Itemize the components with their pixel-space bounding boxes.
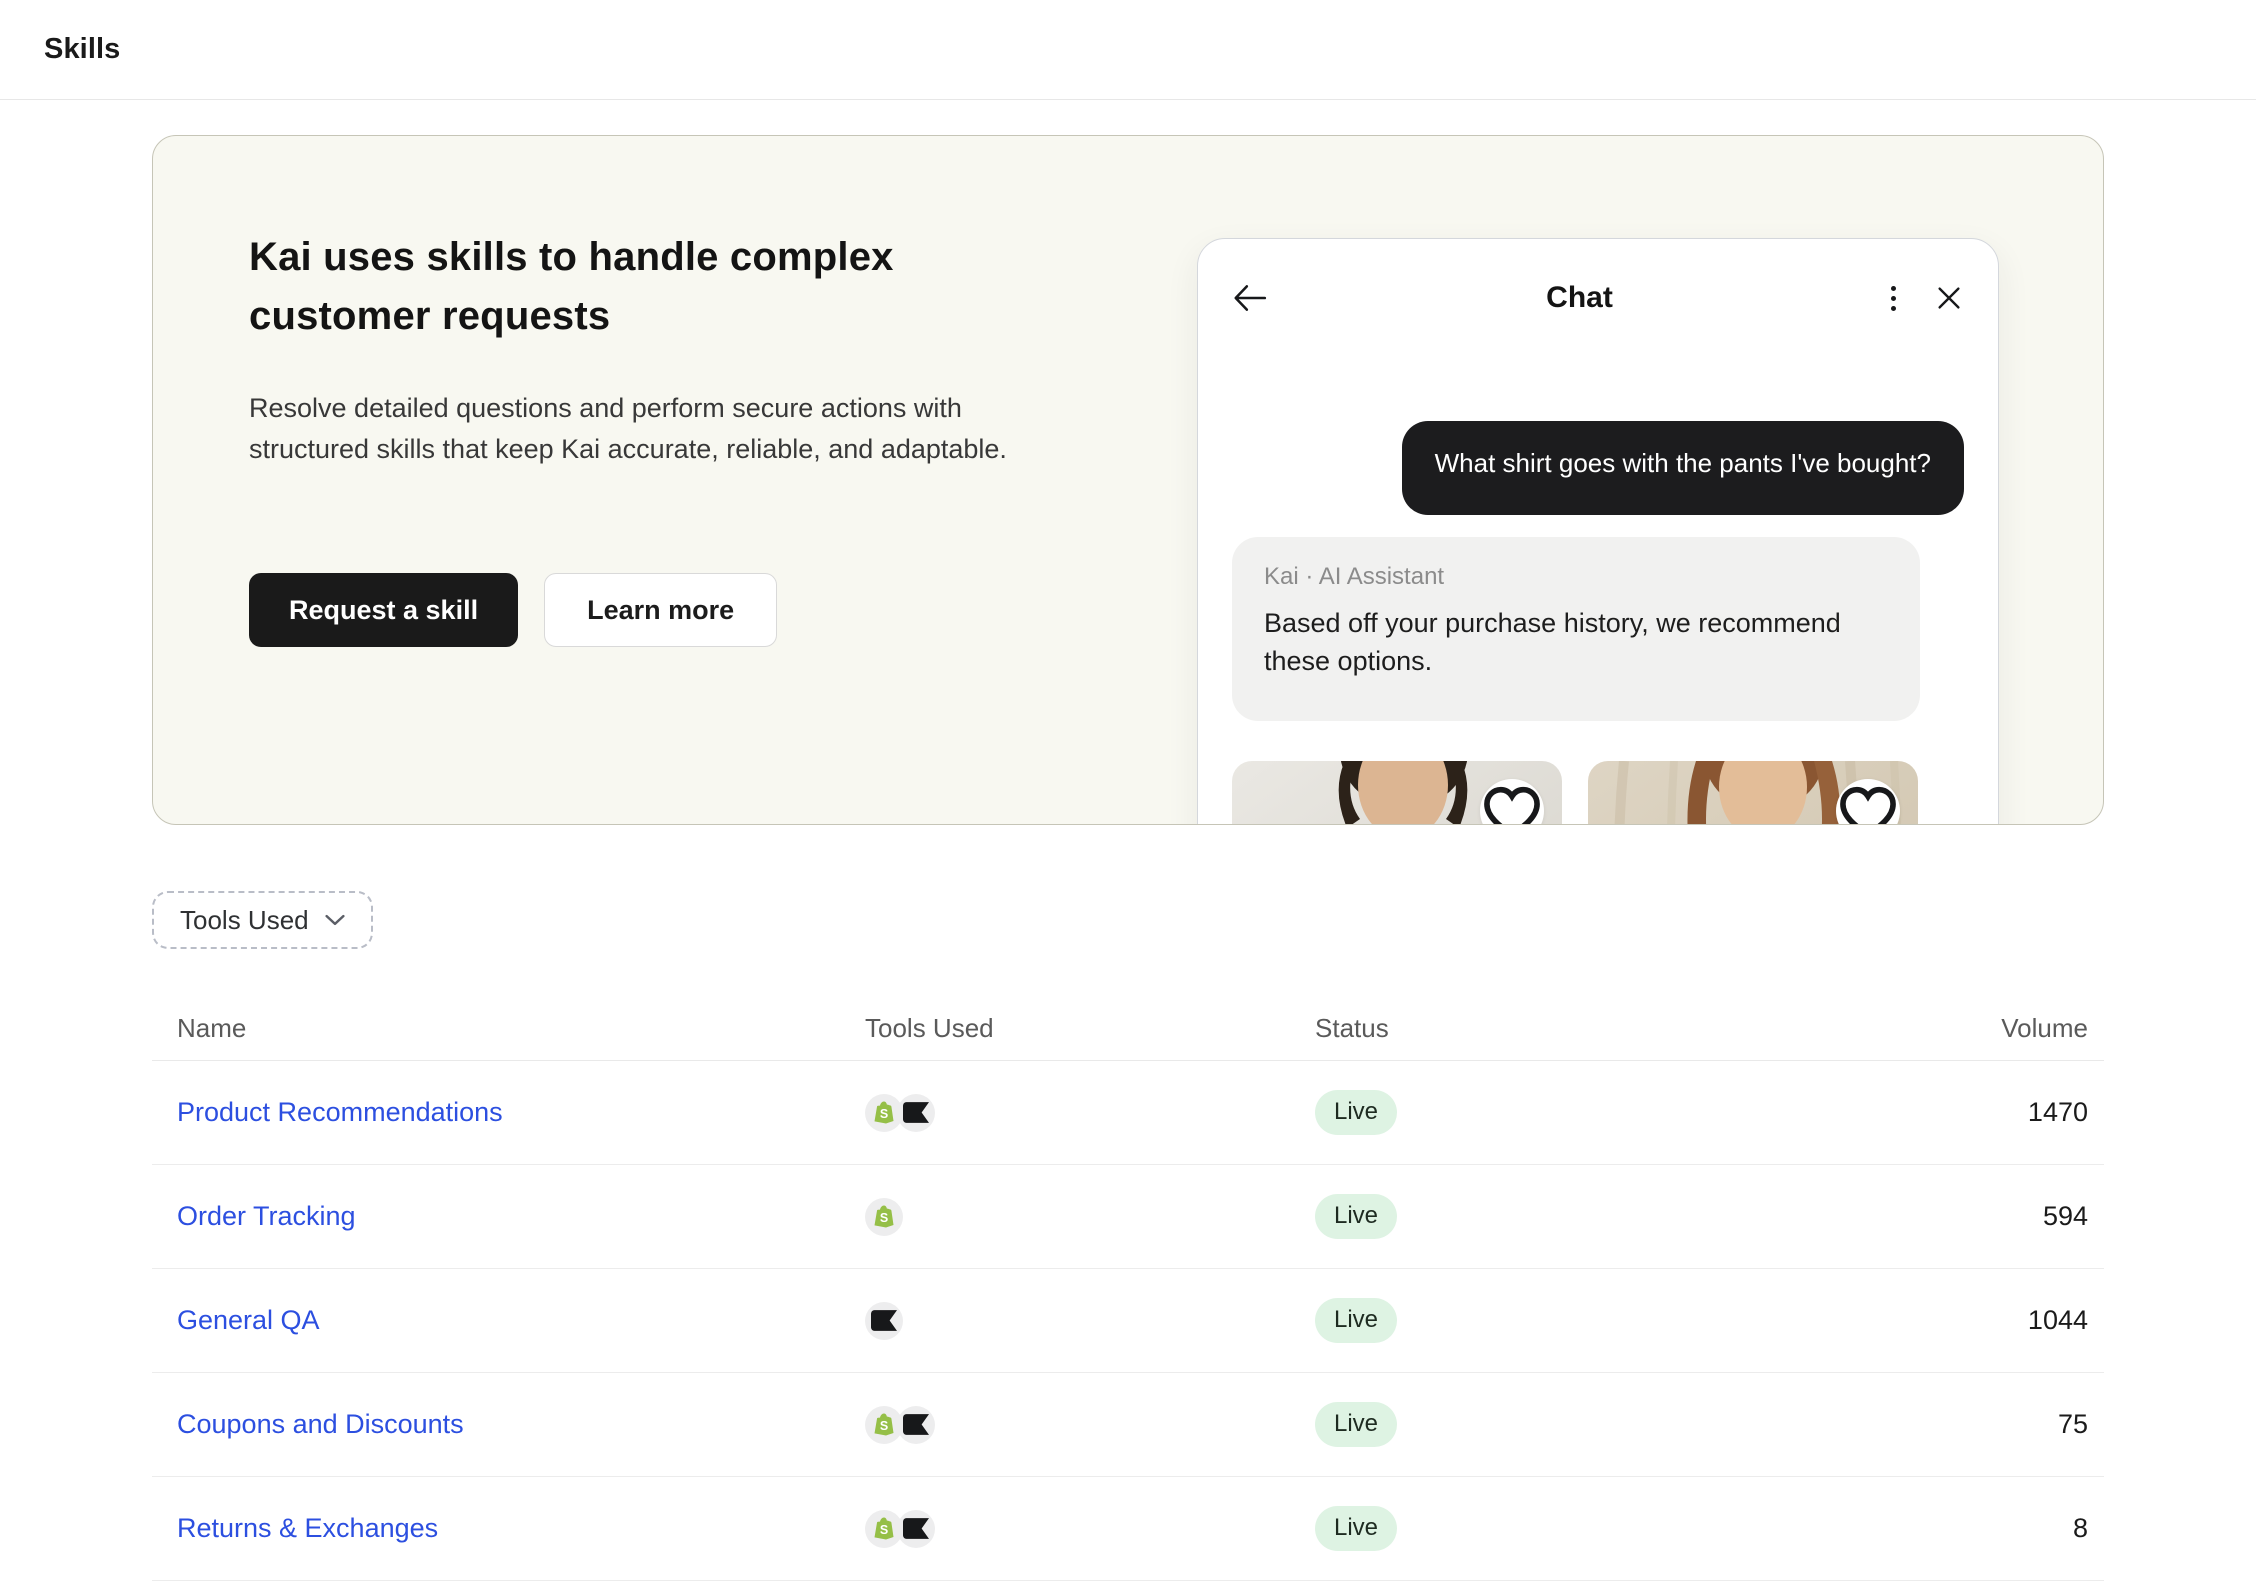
chat-header-actions — [1891, 283, 1964, 313]
product-recommendations-row — [1232, 761, 1964, 825]
table-row: General QA Live 1044 — [152, 1269, 2104, 1373]
volume-value: 1044 — [1765, 1305, 2088, 1336]
product-photo-2 — [1588, 761, 1918, 825]
favorite-button[interactable] — [1480, 779, 1544, 825]
table-row: Product Recommendations S Live 1470 — [152, 1061, 2104, 1165]
tools-used-filter-label: Tools Used — [180, 905, 309, 936]
kebab-menu-icon[interactable] — [1891, 286, 1896, 311]
skill-link[interactable]: Order Tracking — [177, 1201, 356, 1231]
chevron-down-icon — [325, 914, 345, 926]
tools-used-filter[interactable]: Tools Used — [152, 891, 373, 949]
chat-header: Chat — [1232, 269, 1964, 327]
column-header-status: Status — [1315, 1013, 1765, 1044]
table-row: Returns & Exchanges S Live 8 — [152, 1477, 2104, 1581]
heart-icon — [1836, 779, 1900, 825]
chat-title: Chat — [1546, 281, 1613, 315]
page-title: Skills — [44, 33, 120, 66]
tools-cell: S — [865, 1510, 1315, 1548]
skill-link[interactable]: Coupons and Discounts — [177, 1409, 464, 1439]
main-content: Kai uses skills to handle complex custom… — [152, 135, 2104, 1581]
favorite-button[interactable] — [1836, 779, 1900, 825]
shopify-icon: S — [865, 1406, 903, 1444]
chat-mockup: Chat What shirt goes with the pants I've… — [1197, 238, 1999, 825]
assistant-message-bubble: Kai · AI Assistant Based off your purcha… — [1232, 537, 1920, 721]
tools-cell: S — [865, 1094, 1315, 1132]
hero-description: Resolve detailed questions and perform s… — [249, 388, 1084, 469]
hero-banner: Kai uses skills to handle complex custom… — [152, 135, 2104, 825]
shopify-icon: S — [865, 1094, 903, 1132]
column-header-tools: Tools Used — [865, 1013, 1315, 1044]
tools-cell — [865, 1302, 1315, 1340]
svg-text:S: S — [880, 1107, 888, 1121]
assistant-label: Kai · AI Assistant — [1264, 563, 1888, 591]
flag-icon — [865, 1302, 903, 1340]
shopify-icon: S — [865, 1510, 903, 1548]
skill-link[interactable]: General QA — [177, 1305, 320, 1335]
table-header: Name Tools Used Status Volume — [152, 997, 2104, 1061]
volume-value: 594 — [1765, 1201, 2088, 1232]
user-message-bubble: What shirt goes with the pants I've boug… — [1402, 421, 1964, 515]
hero-heading: Kai uses skills to handle complex custom… — [249, 228, 1049, 346]
skills-table: Name Tools Used Status Volume Product Re… — [152, 997, 2104, 1581]
svg-text:S: S — [880, 1523, 888, 1537]
status-badge: Live — [1315, 1506, 1397, 1551]
status-badge: Live — [1315, 1194, 1397, 1239]
volume-value: 8 — [1765, 1513, 2088, 1544]
hero-buttons: Request a skill Learn more — [249, 573, 1109, 647]
column-header-volume: Volume — [1765, 1013, 2088, 1044]
shopify-icon: S — [865, 1198, 903, 1236]
tools-cell: S — [865, 1406, 1315, 1444]
column-header-name: Name — [177, 1013, 865, 1044]
close-icon[interactable] — [1934, 283, 1964, 313]
status-badge: Live — [1315, 1090, 1397, 1135]
svg-text:S: S — [880, 1211, 888, 1225]
product-photo-1 — [1232, 761, 1562, 825]
table-body: Product Recommendations S Live 1470 Orde… — [152, 1061, 2104, 1581]
volume-value: 1470 — [1765, 1097, 2088, 1128]
heart-icon — [1480, 779, 1544, 825]
status-badge: Live — [1315, 1402, 1397, 1447]
back-arrow-icon[interactable] — [1232, 282, 1268, 314]
table-row: Order Tracking S Live 594 — [152, 1165, 2104, 1269]
hero-copy: Kai uses skills to handle complex custom… — [249, 228, 1109, 647]
tools-cell: S — [865, 1198, 1315, 1236]
app-header: Skills — [0, 0, 2256, 100]
request-skill-button[interactable]: Request a skill — [249, 573, 518, 647]
svg-text:S: S — [880, 1419, 888, 1433]
learn-more-button[interactable]: Learn more — [544, 573, 777, 647]
table-row: Coupons and Discounts S Live 75 — [152, 1373, 2104, 1477]
skill-link[interactable]: Returns & Exchanges — [177, 1513, 438, 1543]
assistant-text: Based off your purchase history, we reco… — [1264, 604, 1888, 681]
volume-value: 75 — [1765, 1409, 2088, 1440]
skill-link[interactable]: Product Recommendations — [177, 1097, 503, 1127]
status-badge: Live — [1315, 1298, 1397, 1343]
